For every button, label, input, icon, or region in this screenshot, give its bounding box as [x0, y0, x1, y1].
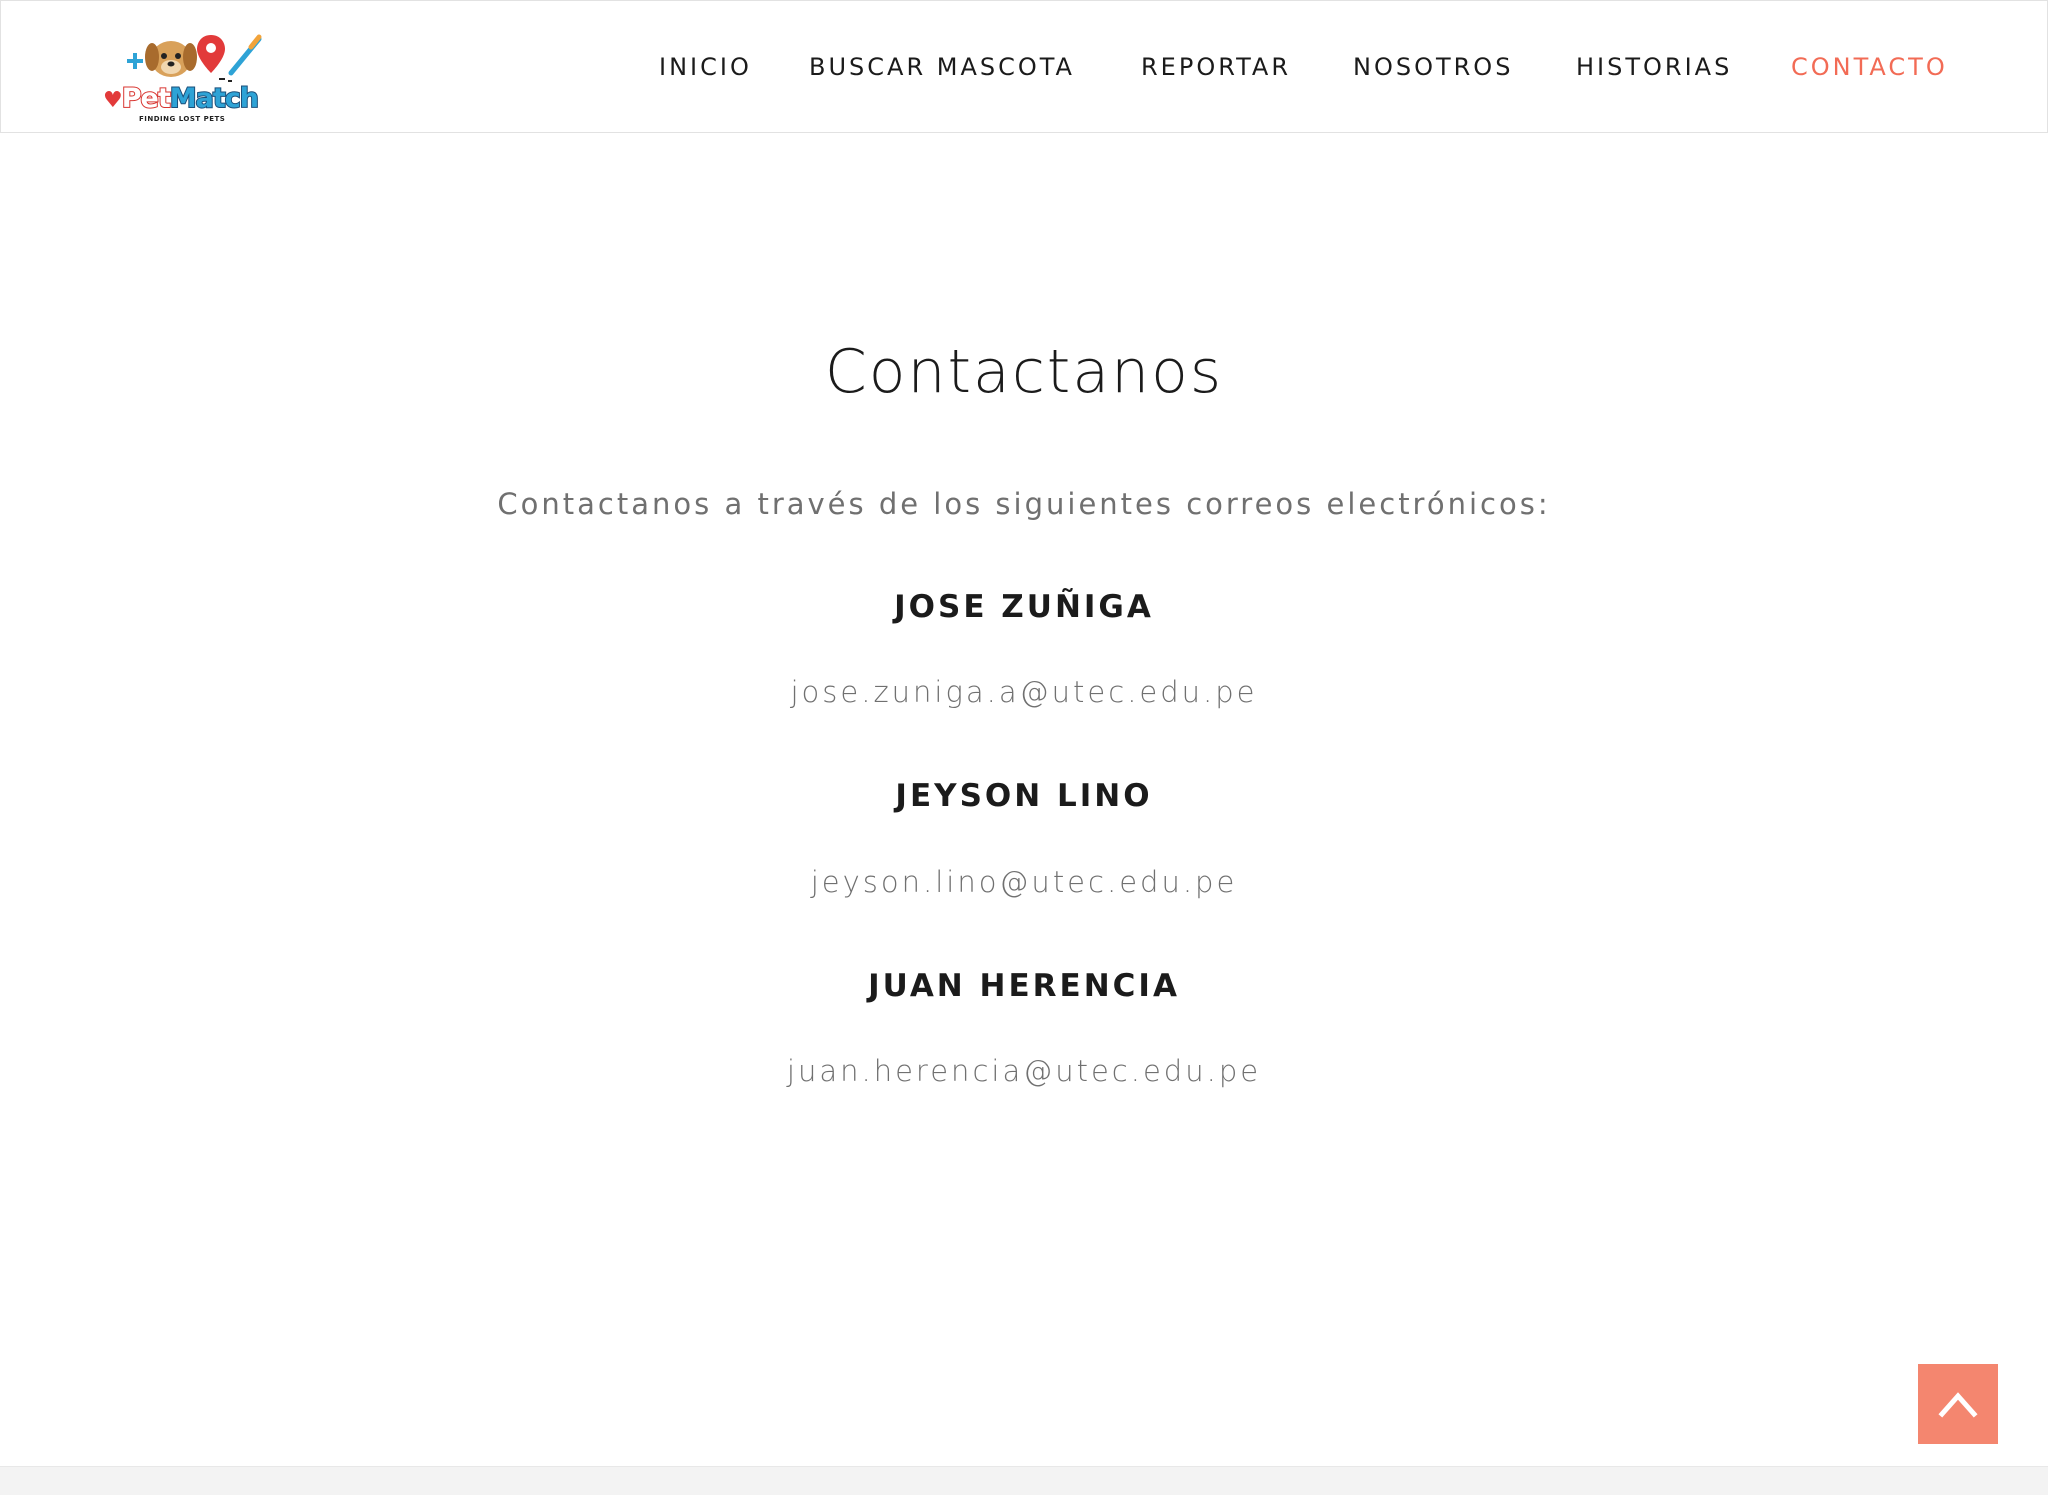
contact-name: JUAN HERENCIA — [868, 968, 1180, 1004]
page-title: Contactanos — [824, 337, 1224, 407]
nav-item-historias[interactable]: HISTORIAS — [1576, 53, 1732, 81]
scroll-to-top-button[interactable] — [1918, 1364, 1998, 1444]
contact-intro: Contactanos a través de los siguientes c… — [497, 487, 1551, 521]
site-header: ♥PetMatch FINDING LOST PETS INICIO BUSCA… — [0, 0, 2048, 133]
contact-email[interactable]: juan.herencia@utec.edu.pe — [0, 1054, 2048, 1089]
contact-email[interactable]: jeyson.lino@utec.edu.pe — [0, 865, 2048, 900]
main-nav: INICIO BUSCAR MASCOTA REPORTAR NOSOTROS … — [1, 1, 2047, 132]
contact-section: Contactanos Contactanos a través de los … — [0, 132, 2048, 1464]
footer-strip — [0, 1466, 2048, 1495]
nav-item-inicio[interactable]: INICIO — [659, 53, 752, 81]
contact-email[interactable]: jose.zuniga.a@utec.edu.pe — [0, 675, 2048, 710]
chevron-up-icon — [1938, 1392, 1978, 1418]
contact-name: JOSE ZUÑIGA — [894, 589, 1154, 625]
nav-item-nosotros[interactable]: NOSOTROS — [1353, 53, 1513, 81]
nav-item-reportar[interactable]: REPORTAR — [1141, 53, 1291, 81]
contact-name: JEYSON LINO — [895, 778, 1153, 814]
nav-item-buscar-mascota[interactable]: BUSCAR MASCOTA — [809, 53, 1075, 81]
nav-item-contacto[interactable]: CONTACTO — [1791, 53, 1948, 81]
